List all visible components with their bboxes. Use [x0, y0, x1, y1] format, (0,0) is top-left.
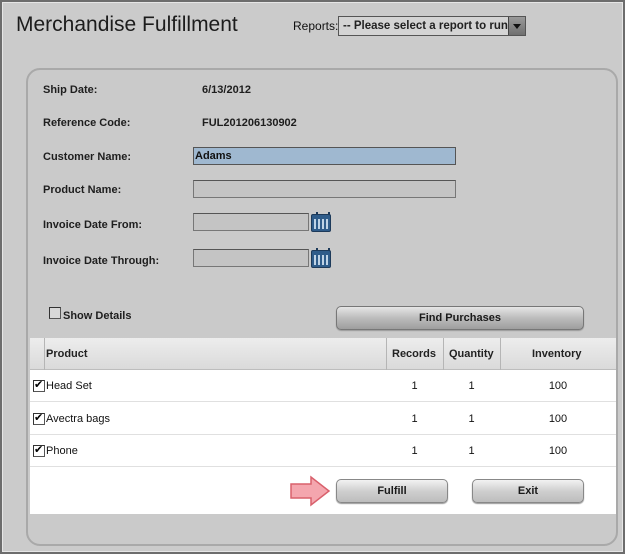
row-checkbox[interactable]	[33, 378, 45, 392]
ship-date-value: 6/13/2012	[202, 84, 251, 96]
row-inventory: 100	[548, 413, 568, 425]
row-records: 1	[411, 413, 418, 425]
row-quantity: 1	[468, 413, 475, 425]
column-header-records[interactable]: Records	[392, 338, 436, 370]
row-quantity: 1	[468, 380, 475, 392]
reference-code-label: Reference Code:	[43, 117, 131, 129]
app-window: Merchandise Fulfillment Reports: -- Plea…	[0, 0, 625, 554]
customer-name-label: Customer Name:	[43, 151, 132, 163]
reports-dropdown-value: -- Please select a report to run: --	[343, 20, 523, 32]
arrow-right-icon	[290, 475, 331, 507]
row-product: Head Set	[46, 380, 92, 392]
row-inventory: 100	[548, 380, 568, 392]
row-checkbox[interactable]	[33, 411, 45, 425]
invoice-date-from-label: Invoice Date From:	[43, 219, 143, 231]
table-row[interactable]: Avectra bags 1 1 100	[30, 403, 616, 435]
chevron-down-icon[interactable]	[508, 17, 525, 35]
row-records: 1	[411, 445, 418, 457]
row-quantity: 1	[468, 445, 475, 457]
column-separator	[443, 338, 444, 370]
reports-label: Reports:	[293, 19, 339, 33]
product-name-input[interactable]	[193, 180, 456, 198]
page-title: Merchandise Fulfillment	[16, 13, 238, 36]
table-row[interactable]: Head Set 1 1 100	[30, 370, 616, 402]
table-row[interactable]: Phone 1 1 100	[30, 435, 616, 467]
calendar-icon[interactable]	[311, 212, 331, 232]
reference-code-value: FUL201206130902	[202, 117, 297, 129]
row-inventory: 100	[548, 445, 568, 457]
grid-header: Product Records Quantity Inventory	[30, 338, 616, 370]
row-records: 1	[411, 380, 418, 392]
row-checkbox[interactable]	[33, 443, 45, 457]
column-separator	[386, 338, 387, 370]
product-name-label: Product Name:	[43, 184, 122, 196]
row-product: Phone	[46, 445, 78, 457]
reports-dropdown[interactable]: -- Please select a report to run: --	[338, 16, 526, 36]
show-details-checkbox[interactable]	[49, 307, 61, 319]
find-purchases-button[interactable]: Find Purchases	[336, 306, 584, 330]
customer-name-input[interactable]: Adams	[193, 147, 456, 165]
exit-button[interactable]: Exit	[472, 479, 584, 503]
column-header-inventory[interactable]: Inventory	[532, 338, 582, 370]
column-header-quantity[interactable]: Quantity	[449, 338, 494, 370]
ship-date-label: Ship Date:	[43, 84, 98, 96]
row-product: Avectra bags	[46, 413, 111, 425]
invoice-date-through-label: Invoice Date Through:	[43, 255, 160, 267]
column-header-product[interactable]: Product	[46, 338, 88, 370]
column-separator	[500, 338, 501, 370]
column-separator	[44, 338, 45, 370]
invoice-date-through-input[interactable]	[193, 249, 309, 267]
calendar-icon[interactable]	[311, 248, 331, 268]
fulfill-button[interactable]: Fulfill	[336, 479, 448, 503]
invoice-date-from-input[interactable]	[193, 213, 309, 231]
show-details-label: Show Details	[63, 310, 132, 322]
